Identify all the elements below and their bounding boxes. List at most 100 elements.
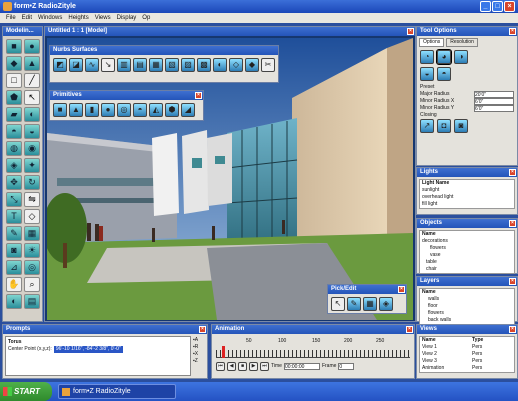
cube-primitive-icon[interactable]: ■ (53, 103, 67, 117)
view-row[interactable]: View 3 Pers (420, 358, 514, 365)
prompt-option-icon[interactable]: ▪X (193, 351, 207, 358)
animation-close-icon[interactable]: × (406, 326, 413, 333)
view-row[interactable]: Animation Pers (420, 365, 514, 372)
torus-type-4-icon[interactable]: ◒ (420, 67, 434, 81)
nurbs-net-icon[interactable]: ▨ (181, 58, 195, 72)
extrude-tool-icon[interactable]: ▰ (6, 107, 22, 122)
major-radius-field[interactable]: 20'0" (474, 91, 514, 98)
nurbs-loft-icon[interactable]: ▥ (117, 58, 131, 72)
light-item[interactable]: overhead light (420, 194, 514, 201)
closing-capped-icon[interactable]: ◙ (454, 119, 468, 133)
loft-tool-icon[interactable]: ◒ (24, 124, 40, 139)
nurbs-mesh-icon[interactable]: ▦ (149, 58, 163, 72)
rotate-tool-icon[interactable]: ↻ (24, 175, 40, 190)
stop-icon[interactable]: ■ (238, 362, 247, 371)
rectangle-tool-icon[interactable]: □ (6, 73, 22, 88)
menu-display[interactable]: Display (117, 13, 137, 23)
surface-tool-icon[interactable]: ◆ (6, 56, 22, 71)
minimize-button[interactable]: _ (480, 1, 491, 12)
sphere-primitive-icon[interactable]: ● (101, 103, 115, 117)
closing-closed-icon[interactable]: ◘ (437, 119, 451, 133)
animation-timeline[interactable]: 50 100 150 200 250 (216, 336, 410, 358)
torus-type-1-icon[interactable]: ◔ (420, 50, 434, 64)
pick-group-icon[interactable]: ▦ (363, 297, 377, 311)
view-row[interactable]: View 1 Pers (420, 344, 514, 351)
pick-select-icon[interactable]: ◈ (379, 297, 393, 311)
pick-pointer-icon[interactable]: ↖ (331, 297, 345, 311)
nurbs-pointer-icon[interactable]: ↘ (101, 58, 115, 72)
closing-open-icon[interactable]: ↗ (420, 119, 434, 133)
taskbar-app-button[interactable]: form•Z RadioZityle (58, 384, 176, 399)
close-button[interactable]: × (504, 1, 515, 12)
objects-close-icon[interactable]: × (509, 220, 516, 227)
view-row[interactable]: View 2 Pers (420, 351, 514, 358)
hand-tool-icon[interactable]: ✋ (6, 277, 22, 292)
render-tool-icon[interactable]: ◐ (6, 294, 22, 309)
menu-heights[interactable]: Heights (68, 13, 88, 23)
nurbs-skin-icon[interactable]: ▧ (165, 58, 179, 72)
round-tool-icon[interactable]: ◉ (24, 141, 40, 156)
views-close-icon[interactable]: × (509, 326, 516, 333)
twist-tool-icon[interactable]: ✦ (24, 158, 40, 173)
light-item[interactable]: fill light (420, 201, 514, 208)
text-tool-icon[interactable]: T (6, 209, 22, 224)
lights-close-icon[interactable]: × (509, 169, 516, 176)
nurbs-trim-icon[interactable]: ✂ (261, 58, 275, 72)
layer-item[interactable]: back walls (420, 317, 514, 324)
prompt-option-icon[interactable]: ▪Z (193, 358, 207, 365)
shape-tool-icon[interactable]: ▲ (24, 56, 40, 71)
nurbs-sweep-icon[interactable]: ▤ (133, 58, 147, 72)
menu-windows[interactable]: Windows (38, 13, 62, 23)
prompts-close-icon[interactable]: × (199, 326, 206, 333)
start-button[interactable]: START (0, 382, 52, 401)
prompt-input[interactable]: 96'-10 1/16", -84'-2 3/8", 0'-0" (53, 346, 123, 353)
object-item[interactable]: table (420, 259, 514, 266)
time-field[interactable]: 00:00:00 (283, 363, 320, 370)
line-tool-icon[interactable]: ╱ (24, 73, 40, 88)
torus-type-2-icon[interactable]: ◕ (436, 49, 452, 65)
nurbs-curve-icon[interactable]: ∿ (85, 58, 99, 72)
pick-edit-icon[interactable]: ✎ (347, 297, 361, 311)
camera-tool-icon[interactable]: ◙ (6, 243, 22, 258)
prompt-option-icon[interactable]: ▪R (193, 344, 207, 351)
cylinder-primitive-icon[interactable]: ▮ (85, 103, 99, 117)
diamond-tool-icon[interactable]: ◇ (24, 209, 40, 224)
mirror-tool-icon[interactable]: ⇋ (24, 192, 40, 207)
prism-primitive-icon[interactable]: ⬢ (165, 103, 179, 117)
layer-tool-icon[interactable]: ▤ (24, 294, 40, 309)
nurbs-patch-icon[interactable]: ◪ (69, 58, 83, 72)
pyramid-primitive-icon[interactable]: ◭ (149, 103, 163, 117)
sweep-tool-icon[interactable]: ◓ (6, 124, 22, 139)
view-close-icon[interactable]: × (407, 28, 414, 35)
nurbs-blend-icon[interactable]: ▩ (197, 58, 211, 72)
pick-close-icon[interactable]: × (398, 286, 405, 293)
fast-forward-icon[interactable]: ⏭ (260, 362, 269, 371)
object-item[interactable]: decorations (420, 238, 514, 245)
paint-tool-icon[interactable]: ✎ (6, 226, 22, 241)
wedge-primitive-icon[interactable]: ◢ (181, 103, 195, 117)
group-tool-icon[interactable]: ▦ (24, 226, 40, 241)
play-icon[interactable]: ▶ (249, 362, 258, 371)
menu-edit[interactable]: Edit (22, 13, 32, 23)
rewind-icon[interactable]: ⏮ (216, 362, 225, 371)
tab-resolution[interactable]: Resolution (446, 38, 478, 47)
menu-views[interactable]: Views (95, 13, 111, 23)
sphere-tool-icon[interactable]: ● (24, 39, 40, 54)
layer-item[interactable]: walls (420, 296, 514, 303)
torus-type-5-icon[interactable]: ◓ (437, 67, 451, 81)
scale-tool-icon[interactable]: ⤡ (6, 192, 22, 207)
nurbs-coons-icon[interactable]: ◇ (229, 58, 243, 72)
menu-op[interactable]: Op (142, 13, 150, 23)
dome-primitive-icon[interactable]: ◓ (133, 103, 147, 117)
layer-item[interactable]: flowers (420, 310, 514, 317)
nurbs-revolve-icon[interactable]: ◐ (213, 58, 227, 72)
torus-type-3-icon[interactable]: ◑ (454, 50, 468, 64)
measure-tool-icon[interactable]: ⊿ (6, 260, 22, 275)
nurbs-plane-icon[interactable]: ◩ (53, 58, 67, 72)
cube-tool-icon[interactable]: ■ (6, 39, 22, 54)
step-back-icon[interactable]: ◀ (227, 362, 236, 371)
tool-options-close-icon[interactable]: × (509, 28, 516, 35)
object-item[interactable]: chair (420, 266, 514, 273)
boolean-tool-icon[interactable]: ◍ (6, 141, 22, 156)
torus-primitive-icon[interactable]: ◎ (117, 103, 131, 117)
